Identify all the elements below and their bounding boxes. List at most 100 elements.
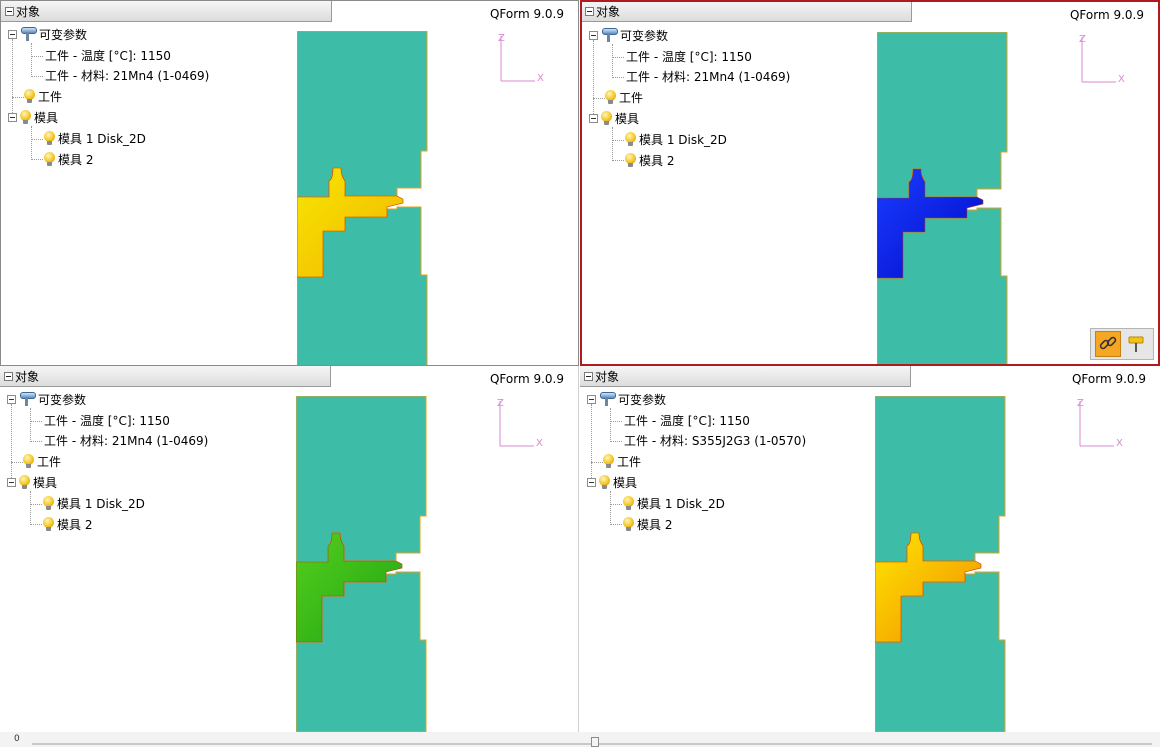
lightbulb-icon[interactable] (44, 130, 55, 146)
lightbulb-icon[interactable] (19, 474, 30, 490)
z-axis-label: Z (498, 33, 505, 44)
tree-item-variable-params[interactable]: 可变参数 (587, 389, 666, 409)
tree-line (612, 127, 613, 161)
collapse-icon[interactable] (5, 6, 14, 16)
lightbulb-icon[interactable] (24, 88, 35, 104)
tree-item-variable-params[interactable]: 可变参数 (8, 24, 87, 44)
viewer-pane[interactable]: 对象 QForm 9.0.9 可变参数 工件 - 温度 [°C]: 1150 工… (0, 366, 579, 732)
tree-item-tools[interactable]: 模具 (589, 108, 639, 128)
simulation-viewport[interactable] (297, 31, 429, 366)
collapse-icon[interactable] (4, 371, 13, 381)
tree-item-workpiece[interactable]: 工件 (605, 87, 643, 107)
lightbulb-icon[interactable] (625, 152, 636, 168)
tree-item-label: 模具 (34, 110, 59, 125)
lightbulb-icon[interactable] (43, 495, 54, 511)
timeline-slider-thumb[interactable] (591, 737, 599, 747)
upper-die[interactable] (875, 396, 1006, 563)
tree-item-temperature[interactable]: 工件 - 温度 [°C]: 1150 (45, 45, 171, 65)
objects-header-label: 对象 (595, 369, 620, 384)
expand-toggle-icon[interactable] (587, 477, 596, 487)
z-axis-label: Z (1079, 34, 1086, 45)
expand-toggle-icon[interactable] (7, 394, 16, 404)
tree-item-label: 可变参数 (39, 27, 88, 42)
pushpin-icon (599, 391, 616, 407)
lightbulb-icon[interactable] (599, 474, 610, 490)
tree-item-temperature[interactable]: 工件 - 温度 [°C]: 1150 (624, 410, 750, 430)
tree-item-material[interactable]: 工件 - 材料: 21Mn4 (1-0469) (44, 430, 208, 450)
tree-line (30, 408, 31, 442)
lightbulb-icon[interactable] (43, 516, 54, 532)
x-axis-label: X (1118, 74, 1125, 85)
expand-toggle-icon[interactable] (589, 113, 598, 123)
tree-item-tool-1[interactable]: 模具 1 Disk_2D (625, 129, 727, 149)
tree-item-material[interactable]: 工件 - 材料: S355J2G3 (1-0570) (624, 430, 806, 450)
objects-header[interactable]: 对象 (580, 366, 911, 387)
objects-header[interactable]: 对象 (582, 2, 912, 22)
app-version-label: QForm 9.0.9 (1071, 372, 1146, 386)
expand-toggle-icon[interactable] (589, 30, 598, 40)
tree-item-label: 模具 2 (57, 517, 93, 532)
tree-line (31, 139, 43, 140)
upper-die[interactable] (297, 31, 428, 198)
tree-item-variable-params[interactable]: 可变参数 (589, 25, 668, 45)
app-version-label: QForm 9.0.9 (1069, 8, 1144, 22)
expand-toggle-icon[interactable] (7, 477, 16, 487)
coordinate-axes-icon: Z X (1077, 398, 1123, 449)
tree-item-label: 工件 - 温度 [°C]: 1150 (626, 49, 752, 64)
viewer-pane[interactable]: 对象 QForm 9.0.9 可变参数 工件 - 温度 [°C]: 1150 工… (580, 0, 1160, 366)
tree-item-tool-2[interactable]: 模具 2 (44, 149, 93, 169)
objects-header[interactable]: 对象 (0, 366, 331, 387)
paint-roller-button[interactable] (1123, 331, 1149, 357)
tree-item-material[interactable]: 工件 - 材料: 21Mn4 (1-0469) (45, 65, 209, 85)
tree-item-workpiece[interactable]: 工件 (23, 451, 61, 471)
upper-die[interactable] (877, 32, 1008, 199)
tree-line (612, 140, 624, 141)
expand-toggle-icon[interactable] (8, 112, 17, 122)
tree-item-label: 工件 - 材料: 21Mn4 (1-0469) (626, 69, 791, 84)
tree-line (11, 462, 23, 463)
tree-item-workpiece[interactable]: 工件 (24, 86, 62, 106)
lightbulb-icon[interactable] (23, 453, 34, 469)
tree-line (30, 421, 42, 422)
simulation-viewport[interactable] (877, 32, 1009, 366)
tree-item-variable-params[interactable]: 可变参数 (7, 389, 86, 409)
tree-line (30, 491, 31, 525)
tree-item-label: 模具 (33, 475, 58, 490)
lightbulb-icon[interactable] (605, 89, 616, 105)
tree-item-tool-2[interactable]: 模具 2 (43, 514, 92, 534)
expand-toggle-icon[interactable] (587, 394, 596, 404)
viewer-pane[interactable]: 对象 QForm 9.0.9 可变参数 工件 - 温度 [°C]: 1150 工… (580, 366, 1160, 732)
tree-item-tool-1[interactable]: 模具 1 Disk_2D (623, 493, 725, 513)
lightbulb-icon[interactable] (44, 151, 55, 167)
tree-item-label: 可变参数 (38, 392, 87, 407)
expand-toggle-icon[interactable] (8, 29, 17, 39)
objects-header[interactable]: 对象 (1, 1, 332, 22)
lightbulb-icon[interactable] (20, 109, 31, 125)
tree-item-tool-1[interactable]: 模具 1 Disk_2D (44, 128, 146, 148)
collapse-icon[interactable] (585, 6, 594, 16)
tree-item-workpiece[interactable]: 工件 (603, 451, 641, 471)
tree-item-temperature[interactable]: 工件 - 温度 [°C]: 1150 (626, 46, 752, 66)
tree-item-material[interactable]: 工件 - 材料: 21Mn4 (1-0469) (626, 66, 790, 86)
tree-item-tool-2[interactable]: 模具 2 (623, 514, 672, 534)
x-axis-label: X (537, 73, 544, 84)
lightbulb-icon[interactable] (625, 131, 636, 147)
lightbulb-icon[interactable] (623, 495, 634, 511)
simulation-viewport[interactable] (875, 396, 1007, 732)
link-button[interactable] (1095, 331, 1121, 357)
tree-item-tool-2[interactable]: 模具 2 (625, 150, 674, 170)
viewer-pane[interactable]: 对象 QForm 9.0.9 可变参数 工件 - 温度 [°C]: 1150 工… (0, 0, 579, 366)
upper-die[interactable] (296, 396, 427, 563)
objects-header-label: 对象 (16, 4, 41, 19)
tree-item-tools[interactable]: 模具 (8, 107, 58, 127)
lightbulb-icon[interactable] (623, 516, 634, 532)
tree-item-tool-1[interactable]: 模具 1 Disk_2D (43, 493, 145, 513)
lightbulb-icon[interactable] (603, 453, 614, 469)
tree-item-temperature[interactable]: 工件 - 温度 [°C]: 1150 (44, 410, 170, 430)
tree-item-label: 工件 - 材料: 21Mn4 (1-0469) (44, 433, 209, 448)
tree-item-tools[interactable]: 模具 (587, 472, 637, 492)
lightbulb-icon[interactable] (601, 110, 612, 126)
collapse-icon[interactable] (584, 371, 593, 381)
tree-item-tools[interactable]: 模具 (7, 472, 57, 492)
simulation-viewport[interactable] (296, 396, 428, 732)
